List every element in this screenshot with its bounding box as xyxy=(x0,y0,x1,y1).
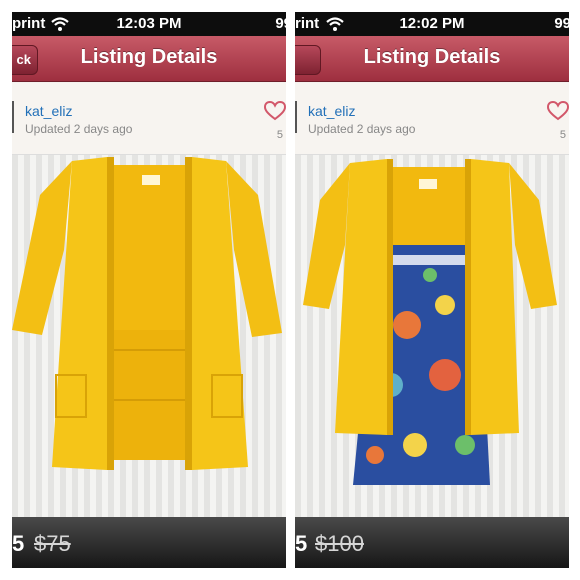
original-price: $100 xyxy=(315,531,364,556)
battery-label: 99 xyxy=(554,15,569,32)
updated-text: Updated 2 days ago xyxy=(25,122,133,136)
heart-icon[interactable] xyxy=(264,101,286,121)
page-title: Listing Details xyxy=(363,46,501,68)
listing-screen-left: print 12:03 PM 99 ck Listing Details kat… xyxy=(12,12,286,568)
clock: 12:02 PM xyxy=(399,15,465,32)
nav-bar: ck Listing Details xyxy=(12,36,286,82)
seller-username[interactable]: kat_eliz xyxy=(308,103,355,119)
seller-username[interactable]: kat_eliz xyxy=(25,103,72,119)
listing-photo[interactable] xyxy=(12,155,286,517)
cardigan-with-floral-top-image xyxy=(303,159,557,485)
current-price: 5 xyxy=(12,531,25,556)
like-count: 5 xyxy=(559,129,566,141)
like-count: 5 xyxy=(276,129,283,141)
price-bar: 5 $100 xyxy=(295,517,569,568)
avatar[interactable] xyxy=(295,101,297,133)
price-bar: 5 $75 xyxy=(12,517,286,568)
avatar[interactable] xyxy=(12,101,14,133)
page-title: Listing Details xyxy=(80,46,218,68)
original-price: $75 xyxy=(34,531,71,556)
current-price: 5 xyxy=(295,531,308,556)
clock: 12:03 PM xyxy=(116,15,182,32)
status-bar: print 12:03 PM 99 xyxy=(12,12,286,36)
yellow-cardigan-image xyxy=(12,157,282,470)
listing-screen-right: rint 12:02 PM 99 Listing Details kat_eli… xyxy=(295,12,569,568)
nav-bar: Listing Details xyxy=(295,36,569,82)
seller-row: kat_eliz Updated 2 days ago 5 xyxy=(12,83,286,155)
status-bar: rint 12:02 PM 99 xyxy=(295,12,569,36)
listing-photo[interactable] xyxy=(295,155,569,517)
seller-row: kat_eliz Updated 2 days ago 5 xyxy=(295,83,569,155)
heart-icon[interactable] xyxy=(547,101,569,121)
battery-label: 99 xyxy=(275,15,286,32)
updated-text: Updated 2 days ago xyxy=(308,122,416,136)
